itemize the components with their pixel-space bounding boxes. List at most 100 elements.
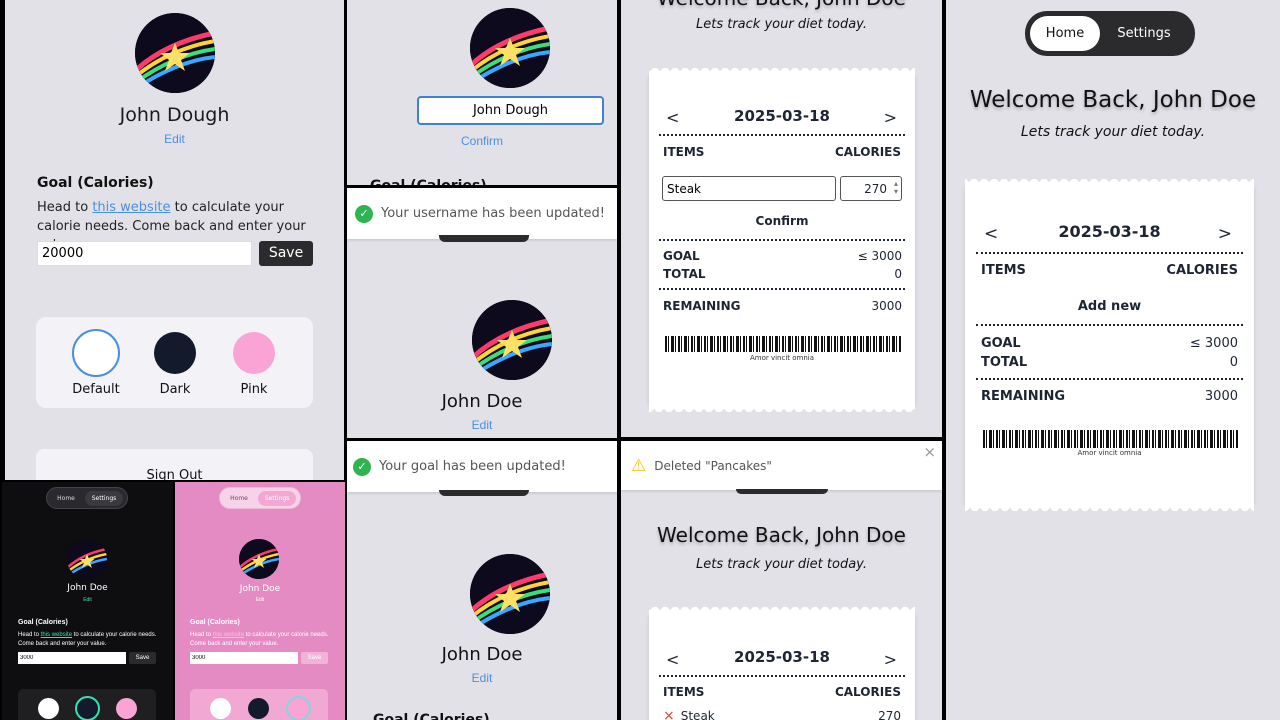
nav-home-tab[interactable]: Home [1030,16,1100,51]
item-calories-input[interactable]: 270 ▴ ▾ [840,176,902,201]
theme-swatch-dark[interactable] [248,698,269,719]
receipt-header-row: ITEMS CALORIES [981,263,1238,278]
item-name-input[interactable] [662,176,836,201]
nav-settings-tab[interactable]: Settings [258,490,296,506]
theme-swatch-default[interactable] [38,698,59,719]
theme-picker: Default Dark Pink [36,317,313,408]
settings-panel-pink: Home Settings John Doe Edit Goal (Calori… [175,482,345,720]
theme-swatch-pink[interactable] [286,696,311,720]
avatar[interactable] [135,13,215,93]
goal-input[interactable] [37,241,252,266]
warning-icon: ⚠ [631,455,647,476]
home-panel: Home Settings Welcome Back, John Doe Let… [946,0,1280,720]
welcome-title: Welcome Back, John Doe [621,0,942,10]
confirm-username-link[interactable]: Confirm [347,134,617,148]
username-display: John Doe [441,391,523,412]
toast-deleted: ⚠ Deleted "Pancakes" × [621,441,942,490]
sign-out-button[interactable]: Sign Out [36,449,313,480]
avatar-image-icon [470,554,550,634]
goal-row: GOAL ≤ 3000 [663,249,902,263]
theme-swatch-dark[interactable] [75,696,100,720]
save-goal-button[interactable]: Save [259,241,313,266]
receipt: < 2025-03-18 > ITEMS CALORIES Add new GO… [965,179,1254,511]
confirm-item-button[interactable]: Confirm [649,214,915,228]
theme-swatch-default[interactable] [72,329,120,377]
divider [976,324,1243,326]
username-input[interactable] [417,96,604,125]
username-display: John Doe [239,584,281,594]
nav-bar: Home Settings [219,487,301,509]
avatar[interactable] [239,539,279,579]
receipt-date: 2025-03-18 [734,107,830,125]
calorie-website-link[interactable]: this website [92,200,170,215]
list-item: × Steak 270 [663,708,901,720]
edit-username-link[interactable]: Edit [347,671,617,685]
avatar[interactable] [470,8,550,88]
avatar[interactable] [472,300,552,380]
calorie-website-link[interactable]: this website [41,632,72,638]
avatar[interactable] [470,554,550,634]
nav-settings-tab[interactable]: Settings [85,490,123,506]
edit-username-panel: Confirm Goal (Calories) [347,0,617,185]
receipt-edge [965,179,1254,187]
welcome-title: Welcome Back, John Doe [969,87,1257,113]
close-toast-icon[interactable]: × [923,443,936,461]
goal-updated-panel: ✓ Your goal has been updated! John Doe E… [347,441,617,720]
tagline: Lets track your diet today. [696,557,867,572]
divider [976,252,1243,254]
avatar-image-icon [135,13,215,93]
username-updated-panel: ✓ Your username has been updated! John D… [347,188,617,438]
nav-home-tab[interactable]: Home [220,495,258,502]
receipt-motto: Amor vincit omnia [1077,449,1142,457]
nav-bar: Home Settings [46,487,128,509]
theme-swatch-pink[interactable] [233,332,275,374]
receipt-edge [649,404,915,412]
nav-home-tab[interactable]: Home [47,495,85,502]
receipt-header-row: ITEMS CALORIES [663,145,901,159]
edit-username-link[interactable]: Edit [175,597,345,603]
goal-row: GOAL ≤ 3000 [981,336,1238,351]
barcode [665,336,901,352]
receipt-edge [649,68,915,76]
avatar[interactable] [67,539,107,579]
next-day-button[interactable]: > [1218,224,1232,244]
divider [659,239,905,241]
nav-bar-hidden [736,489,828,494]
goal-heading-partial: Goal (Calories) [370,178,487,185]
remaining-row: REMAINING 3000 [981,389,1238,404]
success-check-icon: ✓ [355,204,373,223]
next-day-button[interactable]: > [884,108,897,127]
goal-heading: Goal (Calories) [18,619,68,626]
theme-picker [18,689,156,720]
edit-username-link[interactable]: Edit [5,132,344,146]
theme-swatch-dark[interactable] [154,332,196,374]
edit-username-link[interactable]: Edit [347,418,617,432]
barcode [983,430,1238,448]
nav-settings-tab[interactable]: Settings [1100,16,1188,51]
divider [659,134,905,136]
theme-swatch-pink[interactable] [116,698,137,719]
receipt-edge [649,607,915,615]
goal-input[interactable] [18,652,126,664]
edit-username-link[interactable]: Edit [2,597,173,603]
theme-swatch-default[interactable] [210,698,231,719]
tagline: Lets track your diet today. [1020,124,1206,140]
save-goal-button[interactable]: Save [301,652,328,664]
avatar-image-icon [239,539,279,579]
toast-username-updated: ✓ Your username has been updated! [347,188,617,239]
delete-item-icon[interactable]: × [663,708,675,720]
spinner-icon[interactable]: ▴ ▾ [894,180,898,196]
divider [659,288,905,290]
goal-description: Head to this website to calculate your c… [190,632,329,647]
next-day-button[interactable]: > [884,650,897,669]
save-goal-button[interactable]: Save [129,652,156,664]
theme-label-default: Default [72,382,120,397]
receipt-date: 2025-03-18 [734,648,830,666]
goal-input[interactable] [190,652,298,664]
nav-bar-hidden [439,235,529,242]
total-row: TOTAL 0 [981,355,1238,370]
add-new-item-button[interactable]: Add new [965,299,1254,314]
calorie-website-link[interactable]: this website [213,632,244,638]
divider [659,675,905,677]
nav-bar-hidden [439,490,529,496]
